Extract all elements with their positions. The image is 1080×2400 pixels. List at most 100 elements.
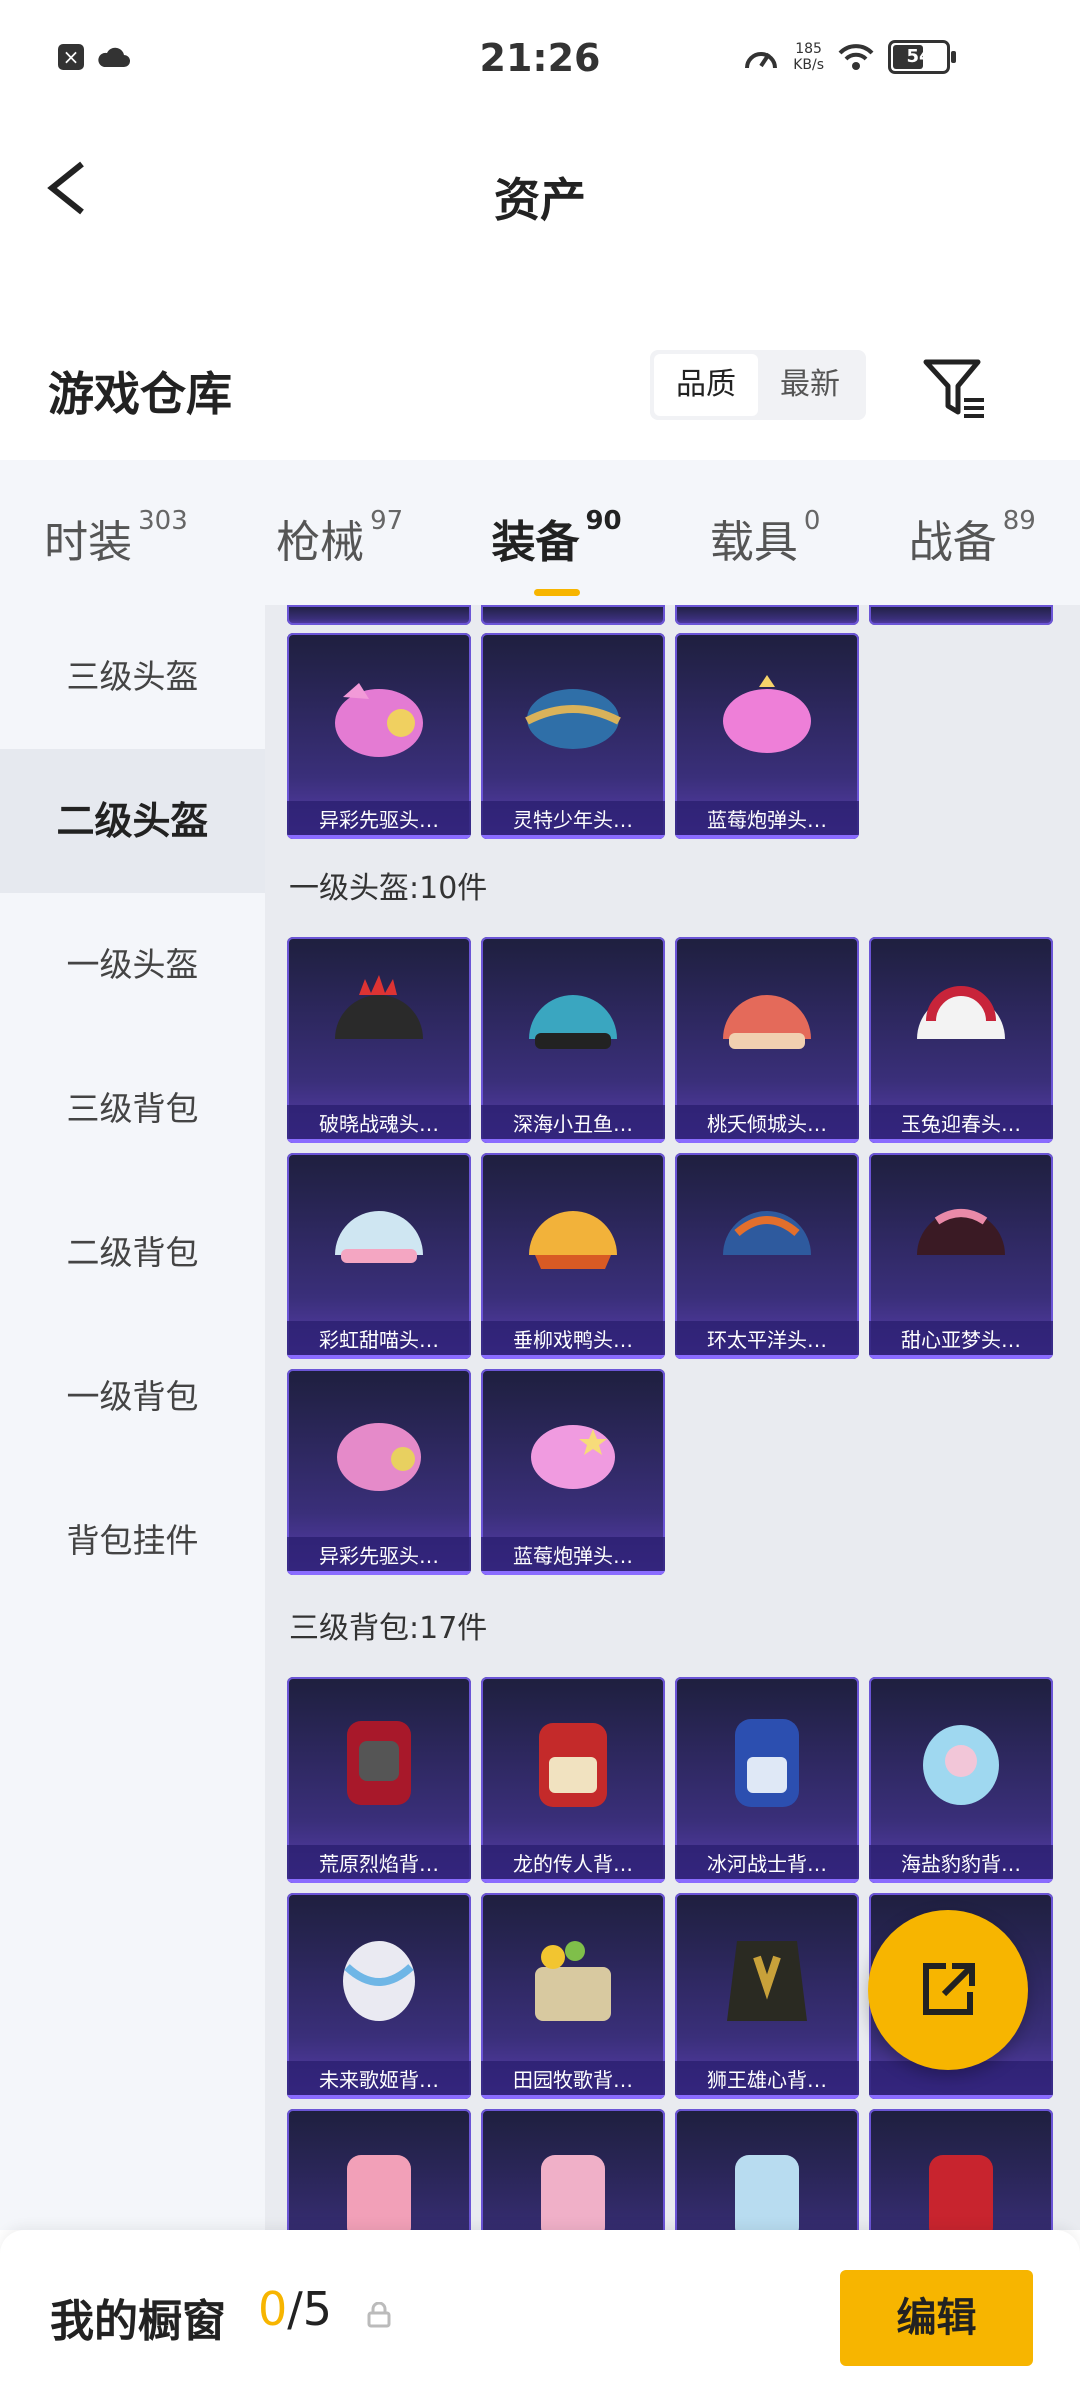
item-card[interactable] xyxy=(675,605,859,625)
item-name: 甜心亚梦头… xyxy=(869,1321,1053,1359)
item-name: 异彩先驱头… xyxy=(287,1537,471,1575)
showcase-bar: 我的橱窗 0/5 编辑 xyxy=(0,2230,1080,2400)
tab-vehicles[interactable]: 载具 0 xyxy=(710,496,821,570)
level2-helmet-grid: 异彩先驱头… 灵特少年头… 蓝莓炮弹头… xyxy=(287,633,1067,839)
item-name: 海盐豹豹背… xyxy=(869,1845,1053,1883)
tab-label: 时装 xyxy=(44,516,133,568)
page-title: 资产 xyxy=(494,173,586,227)
item-name: 环太平洋头… xyxy=(675,1321,859,1359)
sidebar-item-level3-backpack[interactable]: 三级背包 xyxy=(0,1037,265,1181)
item-name: 狮王雄心背… xyxy=(675,2061,859,2099)
tab-supplies[interactable]: 战备 89 xyxy=(909,496,1036,570)
status-icons: 185 KB/s 54 xyxy=(743,40,956,74)
sidebar-item-level1-helmet[interactable]: 一级头盔 xyxy=(0,893,265,1037)
helmet-icon xyxy=(335,1211,423,1263)
warehouse-header: 游戏仓库 品质 最新 xyxy=(0,330,1080,450)
item-name: 未来歌姬背… xyxy=(287,2061,471,2099)
item-card[interactable]: 破晓战魂头… xyxy=(287,937,471,1143)
item-card[interactable]: 龙的传人背… xyxy=(481,1677,665,1883)
item-card[interactable]: 狮王雄心背… xyxy=(675,1893,859,2099)
helmet-icon xyxy=(337,1423,421,1491)
battery-icon: 54 xyxy=(888,40,956,74)
backpack-icon xyxy=(539,1723,607,1807)
backpack-icon xyxy=(343,1941,415,2021)
share-button[interactable] xyxy=(868,1910,1028,2070)
helmet-icon xyxy=(525,689,621,749)
item-card[interactable]: 甜心亚梦头… xyxy=(869,1153,1053,1359)
sort-quality-button[interactable]: 品质 xyxy=(654,354,758,416)
item-name: 冰河战士背… xyxy=(675,1845,859,1883)
backpack-icon xyxy=(923,1725,999,1805)
item-card[interactable]: 桃夭倾城头… xyxy=(675,937,859,1143)
helmet-icon xyxy=(723,1211,811,1255)
tab-weapons[interactable]: 枪械 97 xyxy=(276,496,403,570)
edit-button[interactable]: 编辑 xyxy=(840,2270,1033,2366)
item-name: 龙的传人背… xyxy=(481,1845,665,1883)
backpack-icon xyxy=(727,1941,807,2021)
item-name: 破晓战魂头… xyxy=(287,1105,471,1143)
item-name: 蓝莓炮弹头… xyxy=(481,1537,665,1575)
share-icon xyxy=(923,1963,975,2015)
warehouse-title: 游戏仓库 xyxy=(48,367,232,421)
partial-row xyxy=(287,605,1053,625)
lock-icon xyxy=(367,2302,391,2328)
network-speed: 185 KB/s xyxy=(793,41,824,73)
item-card[interactable]: 未来歌姬背… xyxy=(287,1893,471,2099)
item-card[interactable]: 蓝莓炮弹头… xyxy=(675,633,859,839)
sidebar-item-level2-helmet[interactable]: 二级头盔 xyxy=(0,749,265,893)
item-card[interactable] xyxy=(481,2109,665,2230)
filter-icon[interactable] xyxy=(920,354,990,424)
item-card[interactable]: 蓝莓炮弹头… xyxy=(481,1369,665,1575)
sidebar-item-backpack-pendant[interactable]: 背包挂件 xyxy=(0,1469,265,1613)
sidebar-item-level3-helmet[interactable]: 三级头盔 xyxy=(0,605,265,749)
item-name: 蓝莓炮弹头… xyxy=(675,801,859,839)
item-card[interactable]: 玉兔迎春头… xyxy=(869,937,1053,1143)
item-card[interactable]: 荒原烈焰背… xyxy=(287,1677,471,1883)
item-card[interactable] xyxy=(481,605,665,625)
showcase-title: 我的橱窗 xyxy=(50,2296,226,2347)
tab-count: 97 xyxy=(370,505,404,536)
item-name: 异彩先驱头… xyxy=(287,801,471,839)
tab-fashion[interactable]: 时装 303 xyxy=(44,496,188,570)
backpack-icon xyxy=(735,2155,799,2230)
item-card[interactable]: 深海小丑鱼… xyxy=(481,937,665,1143)
item-name: 玉兔迎春头… xyxy=(869,1105,1053,1143)
tab-count: 0 xyxy=(803,505,821,536)
item-name: 田园牧歌背… xyxy=(481,2061,665,2099)
tab-label: 枪械 xyxy=(276,516,365,568)
speed-value: 185 xyxy=(795,41,822,57)
item-card[interactable] xyxy=(675,2109,859,2230)
sidebar-item-level2-backpack[interactable]: 二级背包 xyxy=(0,1181,265,1325)
tab-label: 装备 xyxy=(491,516,580,568)
speedometer-icon xyxy=(745,52,778,69)
sort-newest-button[interactable]: 最新 xyxy=(758,354,862,416)
showcase-count-total: /5 xyxy=(287,2282,333,2336)
app-bar: 资产 xyxy=(0,120,1080,260)
item-card[interactable] xyxy=(869,2109,1053,2230)
item-card[interactable] xyxy=(287,2109,471,2230)
item-card[interactable]: 田园牧歌背… xyxy=(481,1893,665,2099)
item-card[interactable]: 冰河战士背… xyxy=(675,1677,859,1883)
item-card[interactable]: 垂柳戏鸭头… xyxy=(481,1153,665,1359)
item-card[interactable] xyxy=(869,605,1053,625)
tab-count: 90 xyxy=(585,505,622,536)
battery-level: 54 xyxy=(906,46,932,67)
helmet-icon xyxy=(917,1209,1005,1255)
item-card[interactable]: 海盐豹豹背… xyxy=(869,1677,1053,1883)
item-card[interactable]: 异彩先驱头… xyxy=(287,633,471,839)
backpack-icon xyxy=(541,2155,605,2230)
tab-equipment[interactable]: 装备 90 xyxy=(491,496,621,570)
item-card[interactable]: 异彩先驱头… xyxy=(287,1369,471,1575)
wifi-icon xyxy=(838,44,874,70)
item-name: 深海小丑鱼… xyxy=(481,1105,665,1143)
backpack-icon xyxy=(735,1719,799,1807)
item-card[interactable]: 环太平洋头… xyxy=(675,1153,859,1359)
item-name: 荒原烈焰背… xyxy=(287,1845,471,1883)
item-card[interactable]: 彩虹甜喵头… xyxy=(287,1153,471,1359)
sidebar-item-level1-backpack[interactable]: 一级背包 xyxy=(0,1325,265,1469)
showcase-count-current: 0 xyxy=(258,2282,288,2336)
status-bar: × 21:26 185 KB/s 54 xyxy=(0,0,1080,120)
item-card[interactable]: 灵特少年头… xyxy=(481,633,665,839)
speed-unit: KB/s xyxy=(793,57,824,73)
item-card[interactable] xyxy=(287,605,471,625)
